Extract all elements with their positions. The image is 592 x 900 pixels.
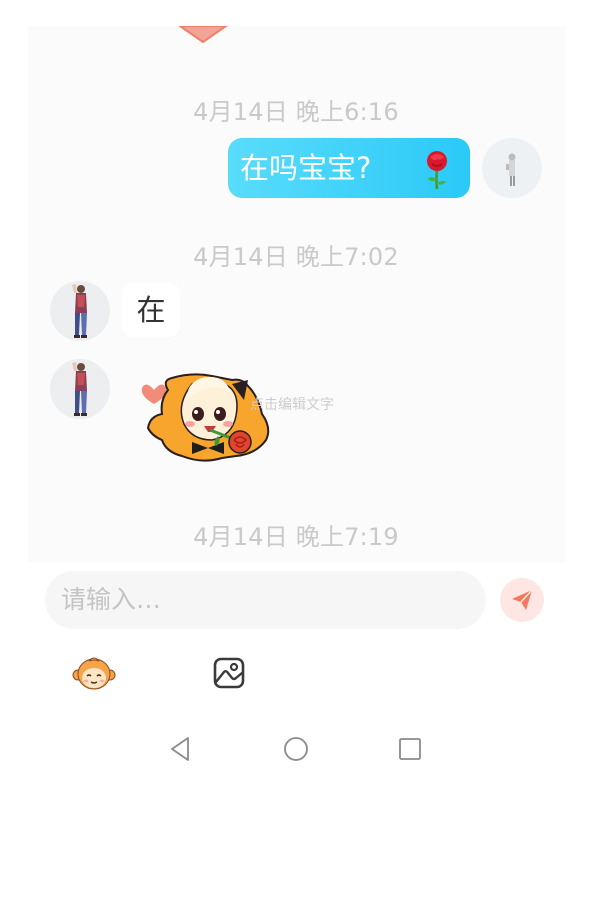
- chat-screen: 4月14日 晚上6:16 在吗宝宝? 4月14日 晚上7:02 在 点击编辑文字…: [0, 0, 592, 900]
- image-icon[interactable]: [212, 656, 246, 690]
- my-avatar[interactable]: [482, 138, 542, 198]
- message-timestamp: 4月14日 晚上7:19: [193, 523, 399, 551]
- monkey-emoji-icon[interactable]: [72, 655, 116, 693]
- sticker-fragment: [178, 26, 228, 44]
- message-text: 在吗宝宝?: [240, 151, 372, 185]
- home-circle-icon[interactable]: [283, 736, 309, 762]
- input-placeholder: 请输入…: [61, 585, 162, 614]
- contact-avatar[interactable]: [50, 359, 110, 419]
- incoming-message-bubble[interactable]: 在: [122, 283, 180, 337]
- recent-square-icon[interactable]: [398, 737, 422, 761]
- contact-avatar[interactable]: [50, 281, 110, 341]
- girl-holding-rose-sticker[interactable]: [132, 370, 282, 470]
- back-triangle-icon[interactable]: [168, 736, 194, 762]
- send-button[interactable]: [500, 578, 544, 622]
- send-icon: [512, 589, 533, 610]
- rose-icon: [427, 151, 447, 190]
- message-timestamp: 4月14日 晚上7:02: [193, 243, 399, 271]
- message-input[interactable]: 请输入…: [45, 571, 486, 629]
- message-timestamp: 4月14日 晚上6:16: [193, 98, 399, 126]
- outgoing-message-bubble[interactable]: 在吗宝宝?: [228, 138, 470, 198]
- message-text: 在: [136, 293, 166, 327]
- sticker-watermark-text: 点击编辑文字: [250, 397, 334, 413]
